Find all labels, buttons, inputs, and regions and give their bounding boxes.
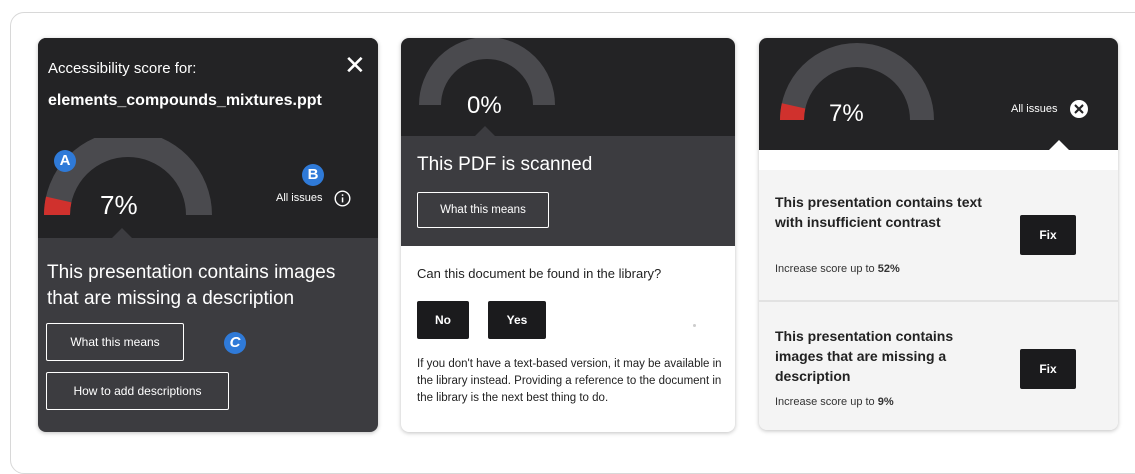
all-issues-link[interactable]: All issues [276, 192, 322, 204]
accessibility-score-panel: Accessibility score for: elements_compou… [38, 38, 378, 432]
close-icon[interactable] [1070, 100, 1088, 118]
library-note: If you don't have a text-based version, … [417, 356, 731, 407]
issue-score-hint: Increase score up to 9% [775, 396, 894, 408]
issue-text: This presentation contains text with ins… [775, 192, 985, 232]
score-gauge [759, 38, 939, 150]
all-issues-panel: 7% All issues This presentation contains… [759, 38, 1118, 430]
info-icon[interactable] [334, 190, 351, 207]
close-icon[interactable]: ✕ [344, 52, 366, 78]
hint-prefix: Increase score up to [775, 263, 878, 275]
score-value: 7% [829, 100, 864, 128]
decorative-dot [693, 324, 696, 327]
score-value: 0% [467, 92, 502, 120]
issue-score-hint: Increase score up to 52% [775, 263, 900, 275]
panel-title: Accessibility score for: [48, 60, 196, 77]
yes-button[interactable]: Yes [488, 301, 546, 339]
fix-button[interactable]: Fix [1020, 215, 1076, 255]
fix-button[interactable]: Fix [1020, 349, 1076, 389]
hint-value: 9% [878, 396, 894, 408]
score-gauge [401, 38, 581, 136]
score-value: 7% [100, 190, 138, 221]
scanned-heading: This PDF is scanned [417, 154, 592, 176]
how-to-add-descriptions-button[interactable]: How to add descriptions [46, 372, 229, 410]
annotation-badge-a: A [54, 150, 76, 172]
hint-value: 52% [878, 263, 900, 275]
pointer-notch [1047, 140, 1071, 152]
issue-item: This presentation contains text with ins… [759, 170, 1118, 300]
issue-item: This presentation contains images that a… [759, 302, 1118, 430]
annotation-badge-b: B [302, 164, 324, 186]
annotation-badge-c: C [224, 332, 246, 354]
file-name: elements_compounds_mixtures.ppt [48, 92, 322, 110]
issue-message: This presentation contains images that a… [47, 260, 367, 312]
pointer-notch [475, 126, 495, 136]
library-question: Can this document be found in the librar… [417, 266, 661, 281]
pointer-notch [112, 228, 132, 238]
gauge-fill [792, 106, 794, 120]
gauge-fill [57, 200, 59, 215]
status-section [401, 136, 735, 246]
hint-prefix: Increase score up to [775, 396, 878, 408]
what-this-means-button[interactable]: What this means [417, 192, 549, 228]
header-gap [759, 150, 1118, 170]
what-this-means-button[interactable]: What this means [46, 323, 184, 361]
all-issues-label: All issues [1011, 103, 1057, 115]
no-button[interactable]: No [417, 301, 469, 339]
issue-text: This presentation contains images that a… [775, 326, 985, 386]
scanned-pdf-panel: 0% This PDF is scanned What this means C… [401, 38, 735, 432]
